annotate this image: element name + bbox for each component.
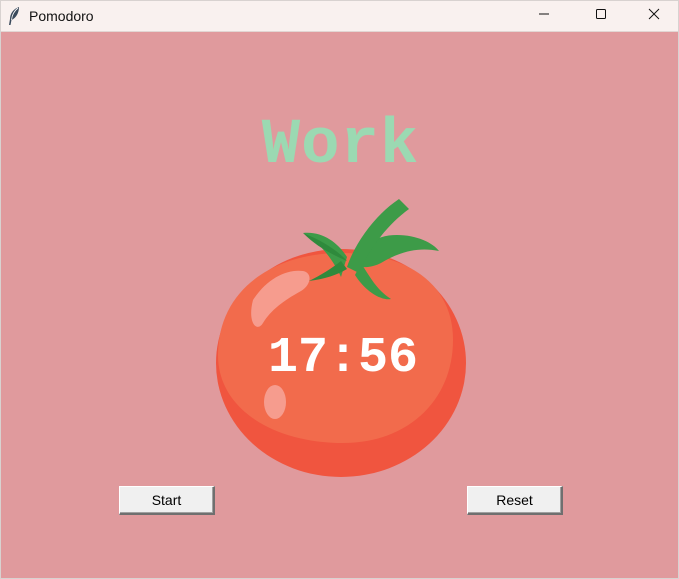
window-title: Pomodoro (29, 8, 94, 24)
mode-label: Work (261, 110, 420, 182)
maximize-icon (595, 7, 607, 25)
minimize-icon (538, 7, 550, 25)
close-button[interactable] (629, 1, 678, 31)
timer-display: 17:56 (267, 330, 419, 387)
start-button[interactable]: Start (119, 486, 215, 515)
reset-button-label: Reset (496, 492, 533, 508)
title-bar[interactable]: Pomodoro (1, 1, 678, 32)
feather-icon (7, 6, 21, 26)
pomodoro-window: Pomodoro Work 17:56 Start Reset (0, 0, 679, 579)
start-button-label: Start (151, 492, 182, 508)
close-icon (648, 7, 660, 25)
maximize-button[interactable] (572, 1, 630, 31)
reset-button[interactable]: Reset (467, 486, 563, 515)
minimize-button[interactable] (515, 1, 573, 31)
